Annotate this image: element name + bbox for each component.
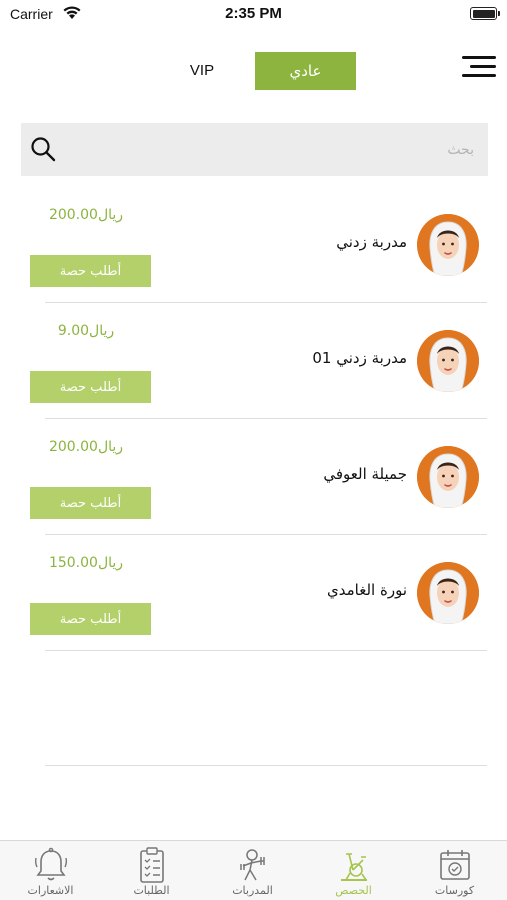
price-label: 200.00ريال <box>48 207 124 223</box>
avatar[interactable] <box>417 330 479 392</box>
hijab-avatar-icon <box>417 562 479 624</box>
status-bar: Carrier 2:35 PM <box>0 0 507 28</box>
trainer-list: 200.00ريال أطلب حصة مدربة زدني 9.00ريال … <box>0 187 507 651</box>
divider <box>45 765 487 766</box>
price-label: 200.00ريال <box>48 439 124 455</box>
bell-icon <box>34 847 68 881</box>
price-label: 9.00ريال <box>57 323 115 339</box>
trainer-name: مدربة زدني 01 <box>312 349 407 367</box>
list-item: 9.00ريال أطلب حصة مدربة زدني 01 <box>0 303 507 419</box>
search-input[interactable] <box>71 123 474 176</box>
hijab-avatar-icon <box>417 446 479 508</box>
avatar[interactable] <box>417 446 479 508</box>
list-item: 200.00ريال أطلب حصة جميلة العوفي <box>0 419 507 535</box>
clipboard-icon <box>140 847 164 883</box>
tab-bar: الاشعارات الطلبات المدربات الحصص كورسات <box>0 840 507 900</box>
book-session-button[interactable]: أطلب حصة <box>30 371 151 403</box>
menu-icon-line <box>462 56 496 59</box>
list-item: 200.00ريال أطلب حصة مدربة زدني <box>0 187 507 303</box>
menu-icon-line <box>470 65 496 68</box>
book-session-button[interactable]: أطلب حصة <box>30 487 151 519</box>
divider <box>45 650 487 651</box>
trainer-name: جميلة العوفي <box>323 465 407 483</box>
avatar[interactable] <box>417 562 479 624</box>
trainer-name: نورة الغامدي <box>327 581 407 599</box>
hijab-avatar-icon <box>417 214 479 276</box>
book-session-button[interactable]: أطلب حصة <box>30 255 151 287</box>
tab-courses[interactable]: كورسات <box>404 841 505 900</box>
tab-sessions[interactable]: الحصص <box>303 841 404 900</box>
price-label: 150.00ريال <box>48 555 124 571</box>
tab-label: المدربات <box>232 884 273 897</box>
tab-label: الطلبات <box>133 884 170 897</box>
tab-label: الحصص <box>335 884 372 897</box>
battery-icon <box>470 7 500 20</box>
search-bar <box>21 123 488 176</box>
clock: 2:35 PM <box>225 5 282 22</box>
tab-label: الاشعارات <box>27 884 74 897</box>
book-session-button[interactable]: أطلب حصة <box>30 603 151 635</box>
list-item: 150.00ريال أطلب حصة نورة الغامدي <box>0 535 507 651</box>
search-icon[interactable] <box>30 136 56 162</box>
avatar[interactable] <box>417 214 479 276</box>
hijab-avatar-icon <box>417 330 479 392</box>
trainer-icon <box>240 849 265 881</box>
menu-icon-line <box>462 74 496 77</box>
tab-normal[interactable]: عادي <box>255 52 356 90</box>
tab-vip[interactable]: VIP <box>165 52 239 90</box>
tab-notifications[interactable]: الاشعارات <box>0 841 101 900</box>
menu-button[interactable] <box>462 56 496 78</box>
exercise-bike-icon <box>341 853 367 881</box>
tab-orders[interactable]: الطلبات <box>101 841 202 900</box>
tab-label: كورسات <box>434 884 475 897</box>
calendar-check-icon <box>440 850 470 880</box>
trainer-name: مدربة زدني <box>336 233 407 251</box>
tab-trainers[interactable]: المدربات <box>202 841 303 900</box>
